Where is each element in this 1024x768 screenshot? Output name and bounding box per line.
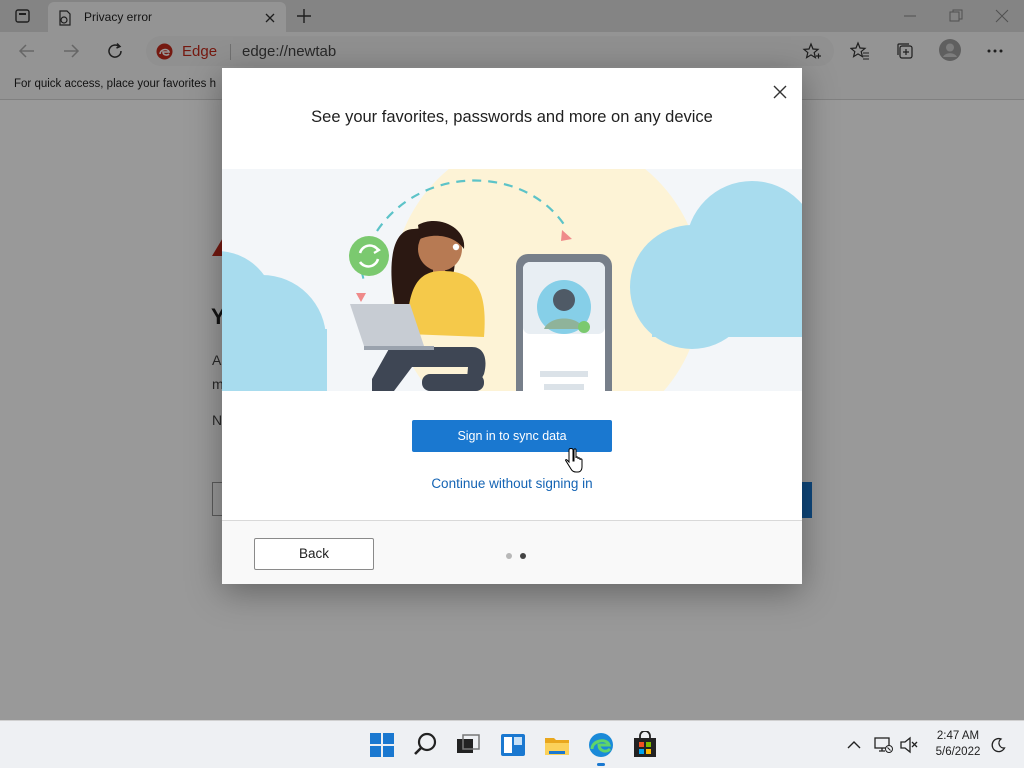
- windows-start-icon[interactable]: [368, 731, 396, 759]
- show-hidden-icons-icon[interactable]: [846, 737, 862, 753]
- notification-icon[interactable]: [990, 737, 1006, 753]
- edge-icon[interactable]: [587, 731, 615, 759]
- taskbar: 2:47 AM 5/6/2022: [0, 720, 1024, 768]
- cloud-left-icon: [222, 251, 327, 391]
- volume-muted-icon[interactable]: [899, 736, 919, 754]
- widgets-icon[interactable]: [499, 731, 527, 759]
- sync-dialog: See your favorites, passwords and more o…: [222, 68, 802, 584]
- continue-without-signing-in-link[interactable]: Continue without signing in: [222, 476, 802, 491]
- step-indicator-dot: [506, 553, 512, 559]
- mouse-cursor-icon: [565, 448, 583, 474]
- back-button[interactable]: Back: [254, 538, 374, 570]
- phone-icon: [516, 254, 612, 391]
- file-explorer-icon[interactable]: [543, 731, 571, 759]
- edge-active-indicator: [597, 763, 605, 766]
- sync-badge-icon: [349, 236, 389, 276]
- store-icon[interactable]: [631, 730, 659, 759]
- close-icon[interactable]: [768, 80, 792, 104]
- network-icon[interactable]: [873, 736, 893, 754]
- clock-date[interactable]: 5/6/2022: [926, 746, 990, 758]
- clock-time[interactable]: 2:47 AM: [930, 730, 986, 742]
- dialog-footer: Back: [222, 520, 802, 584]
- search-icon[interactable]: [412, 731, 440, 759]
- dialog-title: See your favorites, passwords and more o…: [311, 108, 713, 126]
- step-indicator-dot-active: [520, 553, 526, 559]
- sync-illustration: [222, 169, 802, 391]
- task-view-icon[interactable]: [455, 731, 483, 759]
